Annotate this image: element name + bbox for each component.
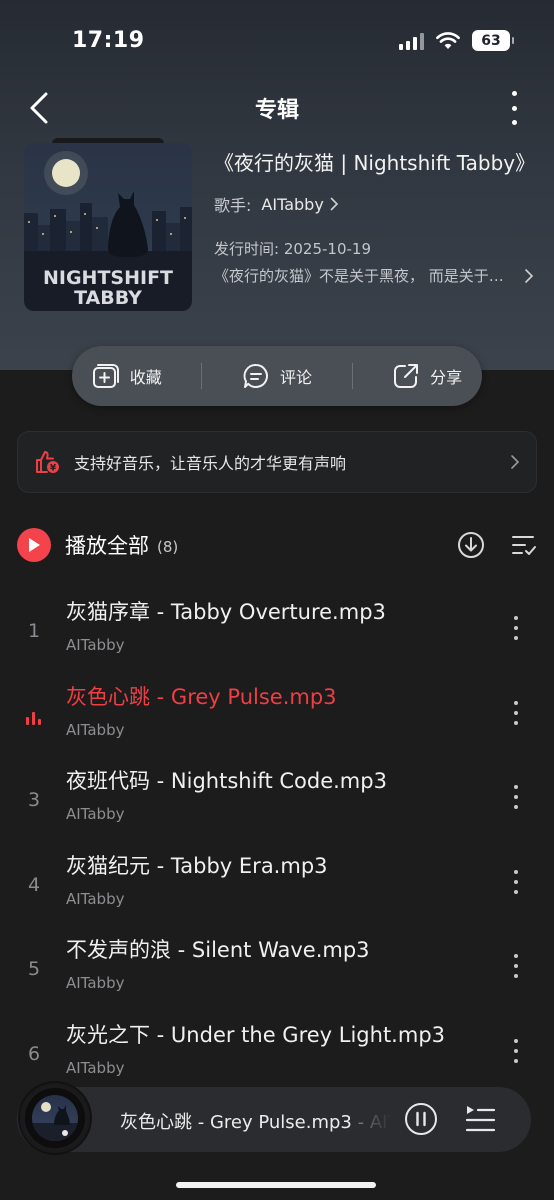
- release-date: 2025-10-19: [283, 240, 372, 258]
- track-artist: AITabby: [66, 889, 125, 908]
- play-all-row: 播放全部 (8): [17, 526, 537, 564]
- album-description: 《夜行的灰猫》不是关于黑夜， 而是关于…: [214, 267, 504, 285]
- play-icon: [29, 538, 40, 552]
- track-count: (8): [157, 538, 179, 556]
- status-icons: 63: [399, 30, 514, 51]
- release-label: 发行时间:: [214, 240, 280, 258]
- track-artist: AITabby: [66, 720, 125, 739]
- track-index: 4: [27, 873, 41, 896]
- battery-indicator: 63: [472, 30, 514, 51]
- now-playing-icon: [26, 711, 41, 725]
- album-cover-text-line1: NIGHTSHIFT: [43, 267, 173, 289]
- album-action-bar: 收藏 评论 分享: [72, 346, 482, 406]
- track-index: 3: [27, 789, 41, 811]
- album-cover-text-line2: TABBY: [74, 287, 142, 309]
- track-row[interactable]: 1 灰猫序章 - Tabby Overture.mp3 AITabby: [0, 596, 554, 680]
- chevron-right-icon: [330, 197, 338, 211]
- thumbs-up-coin-icon: ¥: [36, 451, 59, 474]
- comment-button[interactable]: 评论: [242, 362, 312, 390]
- track-artist: AITabby: [66, 1058, 125, 1077]
- album-artwork: NIGHTSHIFT TABBY: [24, 151, 192, 311]
- album-info: 《夜行的灰猫 | Nightshift Tabby》 歌手: AITabby 发…: [214, 150, 536, 286]
- track-index: 5: [27, 958, 41, 980]
- share-label: 分享: [430, 368, 463, 387]
- album-title: 《夜行的灰猫 | Nightshift Tabby》: [214, 151, 536, 175]
- track-title: 灰猫序章 - Tabby Overture.mp3: [66, 600, 386, 624]
- track-index: 1: [27, 620, 41, 642]
- playlist-icon[interactable]: [464, 1104, 496, 1134]
- download-icon[interactable]: [457, 531, 485, 559]
- share-icon: [394, 364, 419, 388]
- mini-player-artwork: [32, 1095, 78, 1141]
- track-more-icon[interactable]: [512, 616, 520, 640]
- track-title: 不发声的浪 - Silent Wave.mp3: [66, 938, 370, 962]
- chevron-right-icon: [511, 455, 520, 469]
- collect-button[interactable]: 收藏: [92, 363, 162, 389]
- track-row[interactable]: 5 不发声的浪 - Silent Wave.mp3 AITabby: [0, 934, 554, 1018]
- track-artist: AITabby: [66, 636, 125, 654]
- mini-player-disc[interactable]: [20, 1083, 90, 1153]
- wifi-icon: [436, 31, 460, 49]
- comment-icon: [243, 363, 268, 388]
- support-banner-text: 支持好音乐，让音乐人的才华更有声响: [74, 454, 347, 473]
- collect-icon: [92, 364, 119, 388]
- track-row[interactable]: 3 夜班代码 - Nightshift Code.mp3 AITabby: [0, 765, 554, 849]
- artist-link[interactable]: AITabby: [261, 195, 338, 214]
- track-more-icon[interactable]: [512, 700, 520, 725]
- chevron-right-icon: [525, 268, 534, 283]
- page-title: 专辑: [254, 98, 299, 123]
- album-cover[interactable]: NIGHTSHIFT TABBY: [24, 143, 192, 311]
- artist-row: 歌手: AITabby: [214, 192, 534, 216]
- release-row: 发行时间: 2025-10-19: [214, 238, 534, 259]
- album-description-row[interactable]: 《夜行的灰猫》不是关于黑夜， 而是关于…: [214, 265, 534, 286]
- track-title: 夜班代码 - Nightshift Code.mp3: [66, 769, 387, 793]
- support-music-banner[interactable]: ¥ 支持好音乐，让音乐人的才华更有声响: [17, 431, 537, 493]
- track-artist: AITabby: [66, 805, 125, 823]
- divider: [351, 363, 353, 389]
- track-row[interactable]: 灰色心跳 - Grey Pulse.mp3 AITabby: [0, 681, 554, 765]
- mini-player-title[interactable]: 灰色心跳 - Grey Pulse.mp3 - AITabby: [120, 1108, 392, 1134]
- svg-text:¥: ¥: [50, 464, 57, 474]
- mini-player-track: 灰色心跳 - Grey Pulse.mp3: [120, 1112, 352, 1133]
- track-title: 灰猫纪元 - Tabby Era.mp3: [66, 853, 328, 878]
- divider: [201, 363, 203, 389]
- track-more-icon[interactable]: [512, 869, 520, 894]
- mini-player-artist: - AITabby: [357, 1112, 392, 1133]
- play-all-button[interactable]: [17, 528, 51, 562]
- comment-label: 评论: [279, 368, 312, 387]
- track-title: 灰光之下 - Under the Grey Light.mp3: [66, 1022, 446, 1047]
- track-artist: AITabby: [66, 974, 125, 992]
- track-index: 6: [27, 1042, 41, 1065]
- cellular-signal-icon: [399, 32, 424, 50]
- track-more-icon[interactable]: [512, 954, 520, 978]
- artist-name: AITabby: [261, 194, 324, 214]
- play-all-label[interactable]: 播放全部: [65, 530, 149, 560]
- track-more-icon[interactable]: [512, 1038, 520, 1063]
- share-button[interactable]: 分享: [392, 362, 462, 390]
- home-indicator: [176, 1182, 376, 1188]
- more-options-icon[interactable]: [504, 88, 524, 128]
- pause-icon[interactable]: [404, 1102, 438, 1136]
- track-row[interactable]: 4 灰猫纪元 - Tabby Era.mp3 AITabby: [0, 850, 554, 934]
- track-more-icon[interactable]: [512, 785, 520, 809]
- collect-label: 收藏: [129, 368, 162, 387]
- multi-select-icon[interactable]: [511, 533, 537, 557]
- play-all-tools: [457, 531, 537, 559]
- artist-label: 歌手:: [214, 196, 252, 215]
- status-time: 17:19: [72, 28, 145, 53]
- track-title: 灰色心跳 - Grey Pulse.mp3: [66, 684, 337, 709]
